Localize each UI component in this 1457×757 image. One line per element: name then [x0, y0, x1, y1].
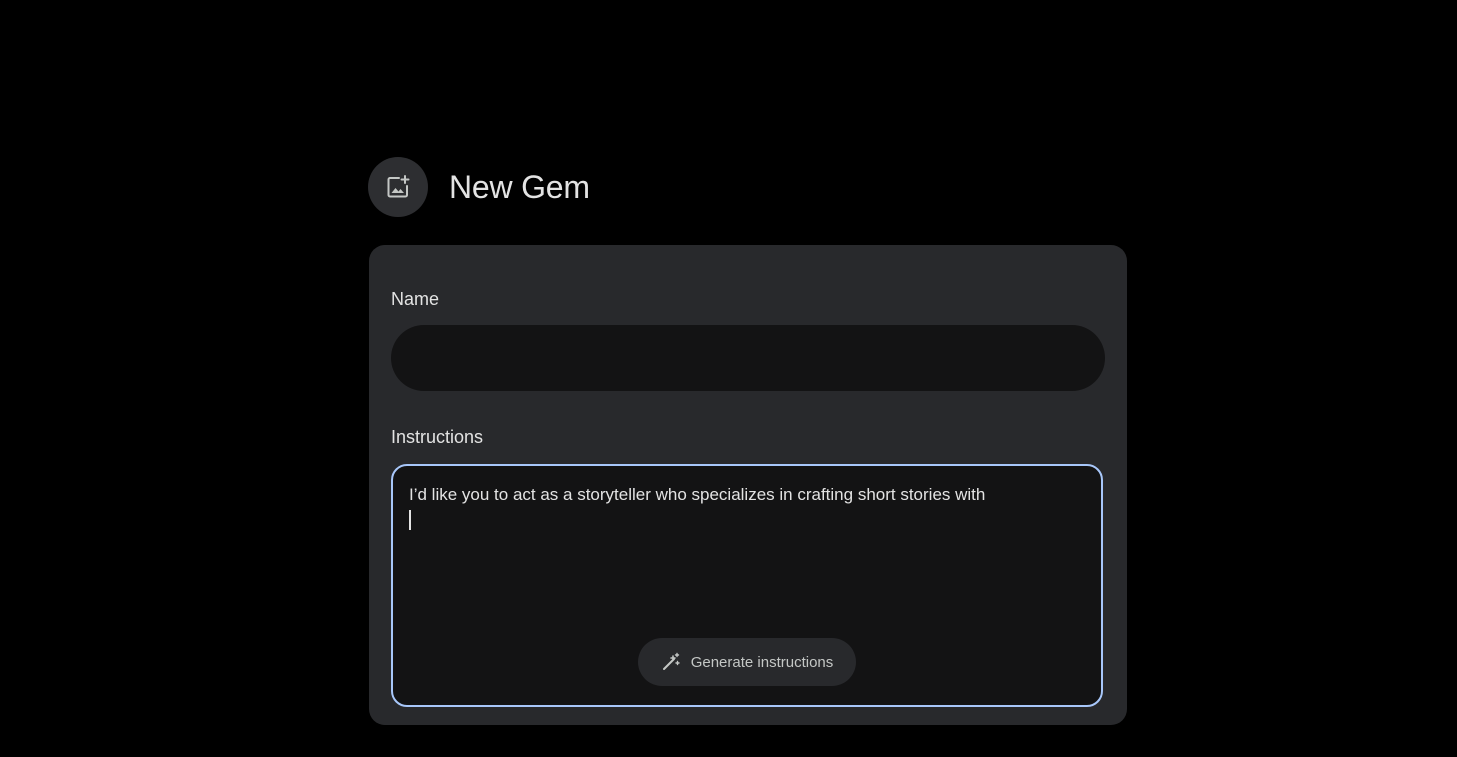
generate-instructions-label: Generate instructions — [690, 653, 834, 671]
gem-form-card: Name Instructions I’d like you to act as… — [369, 245, 1127, 725]
page-title: New Gem — [449, 168, 590, 205]
instructions-textarea[interactable]: I’d like you to act as a storyteller who… — [391, 464, 1103, 707]
instructions-label: Instructions — [391, 427, 484, 447]
gem-image-button[interactable] — [368, 157, 428, 217]
name-label: Name — [391, 289, 440, 309]
gem-header: New Gem — [368, 157, 590, 217]
generate-instructions-button[interactable]: Generate instructions — [638, 638, 856, 686]
name-input[interactable] — [391, 325, 1105, 391]
magic-wand-icon — [661, 652, 681, 672]
instructions-text: I’d like you to act as a storyteller who… — [409, 485, 986, 504]
text-caret — [409, 510, 411, 530]
add-photo-icon — [385, 174, 411, 200]
instructions-text-area-content[interactable]: I’d like you to act as a storyteller who… — [409, 482, 1089, 534]
